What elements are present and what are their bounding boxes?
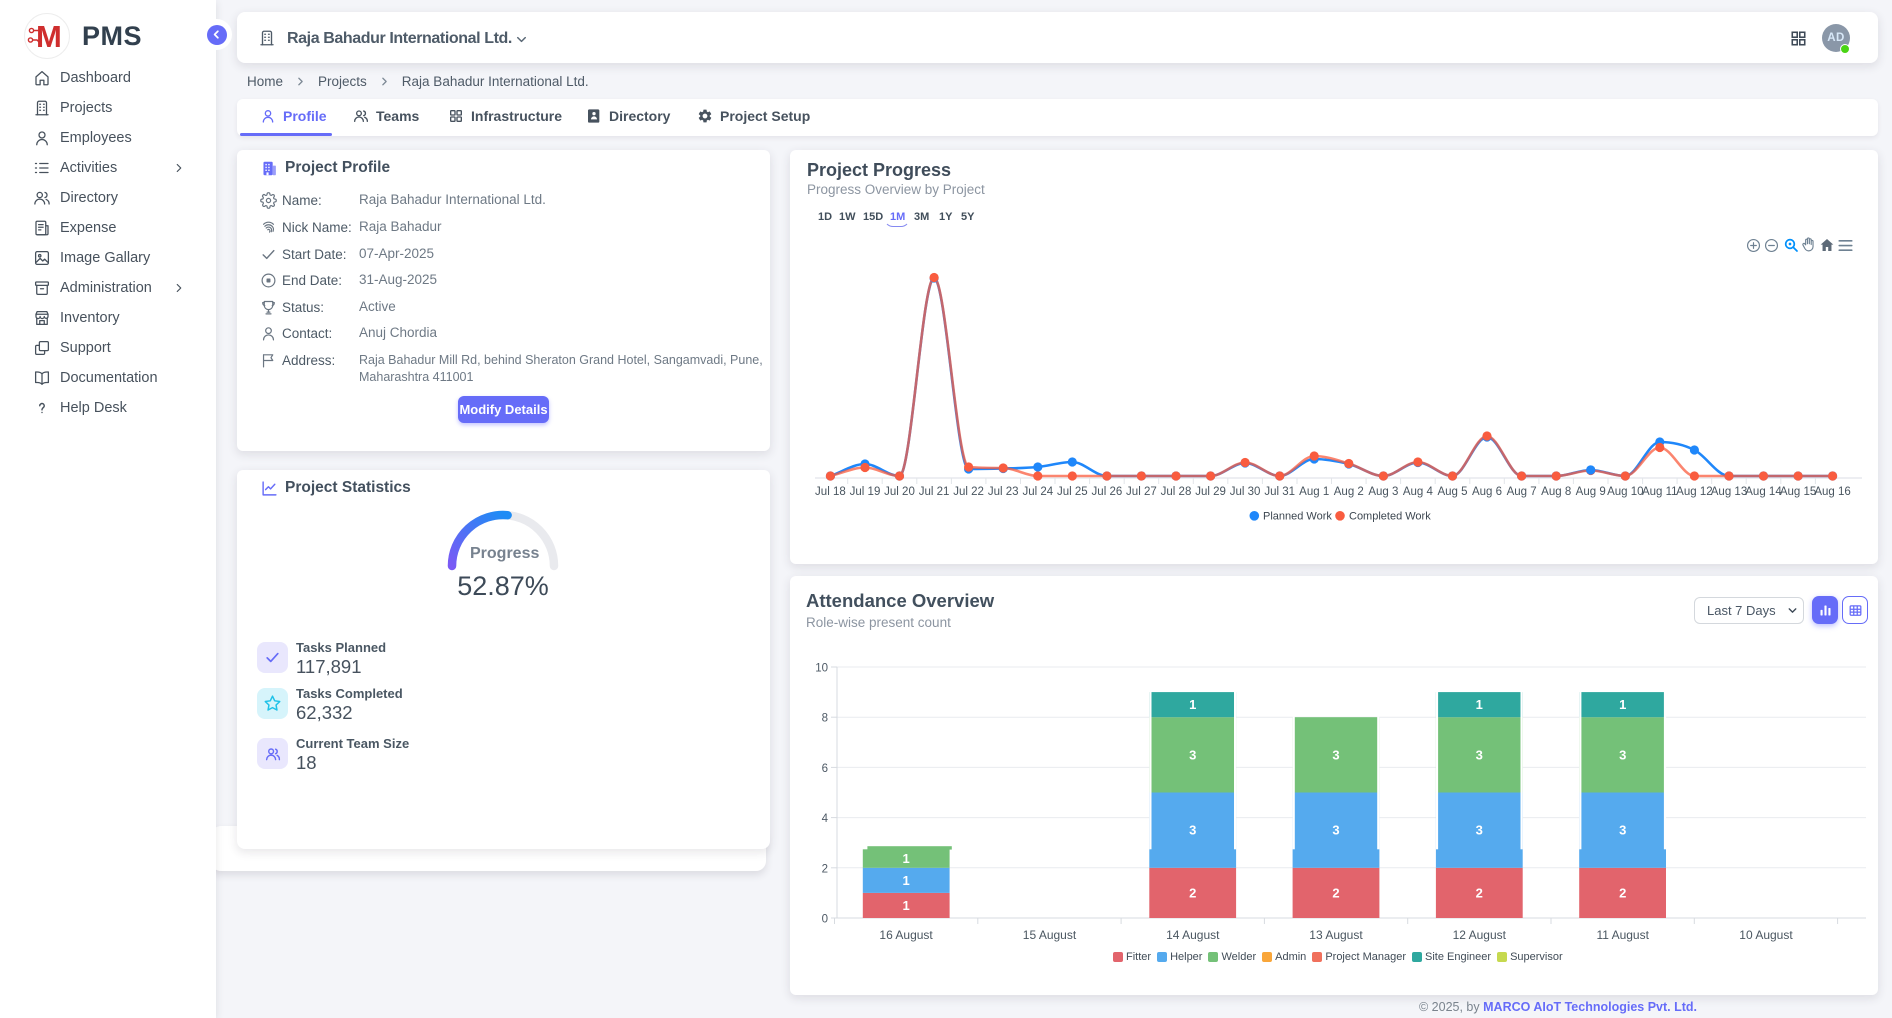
svg-text:M: M bbox=[36, 19, 62, 54]
